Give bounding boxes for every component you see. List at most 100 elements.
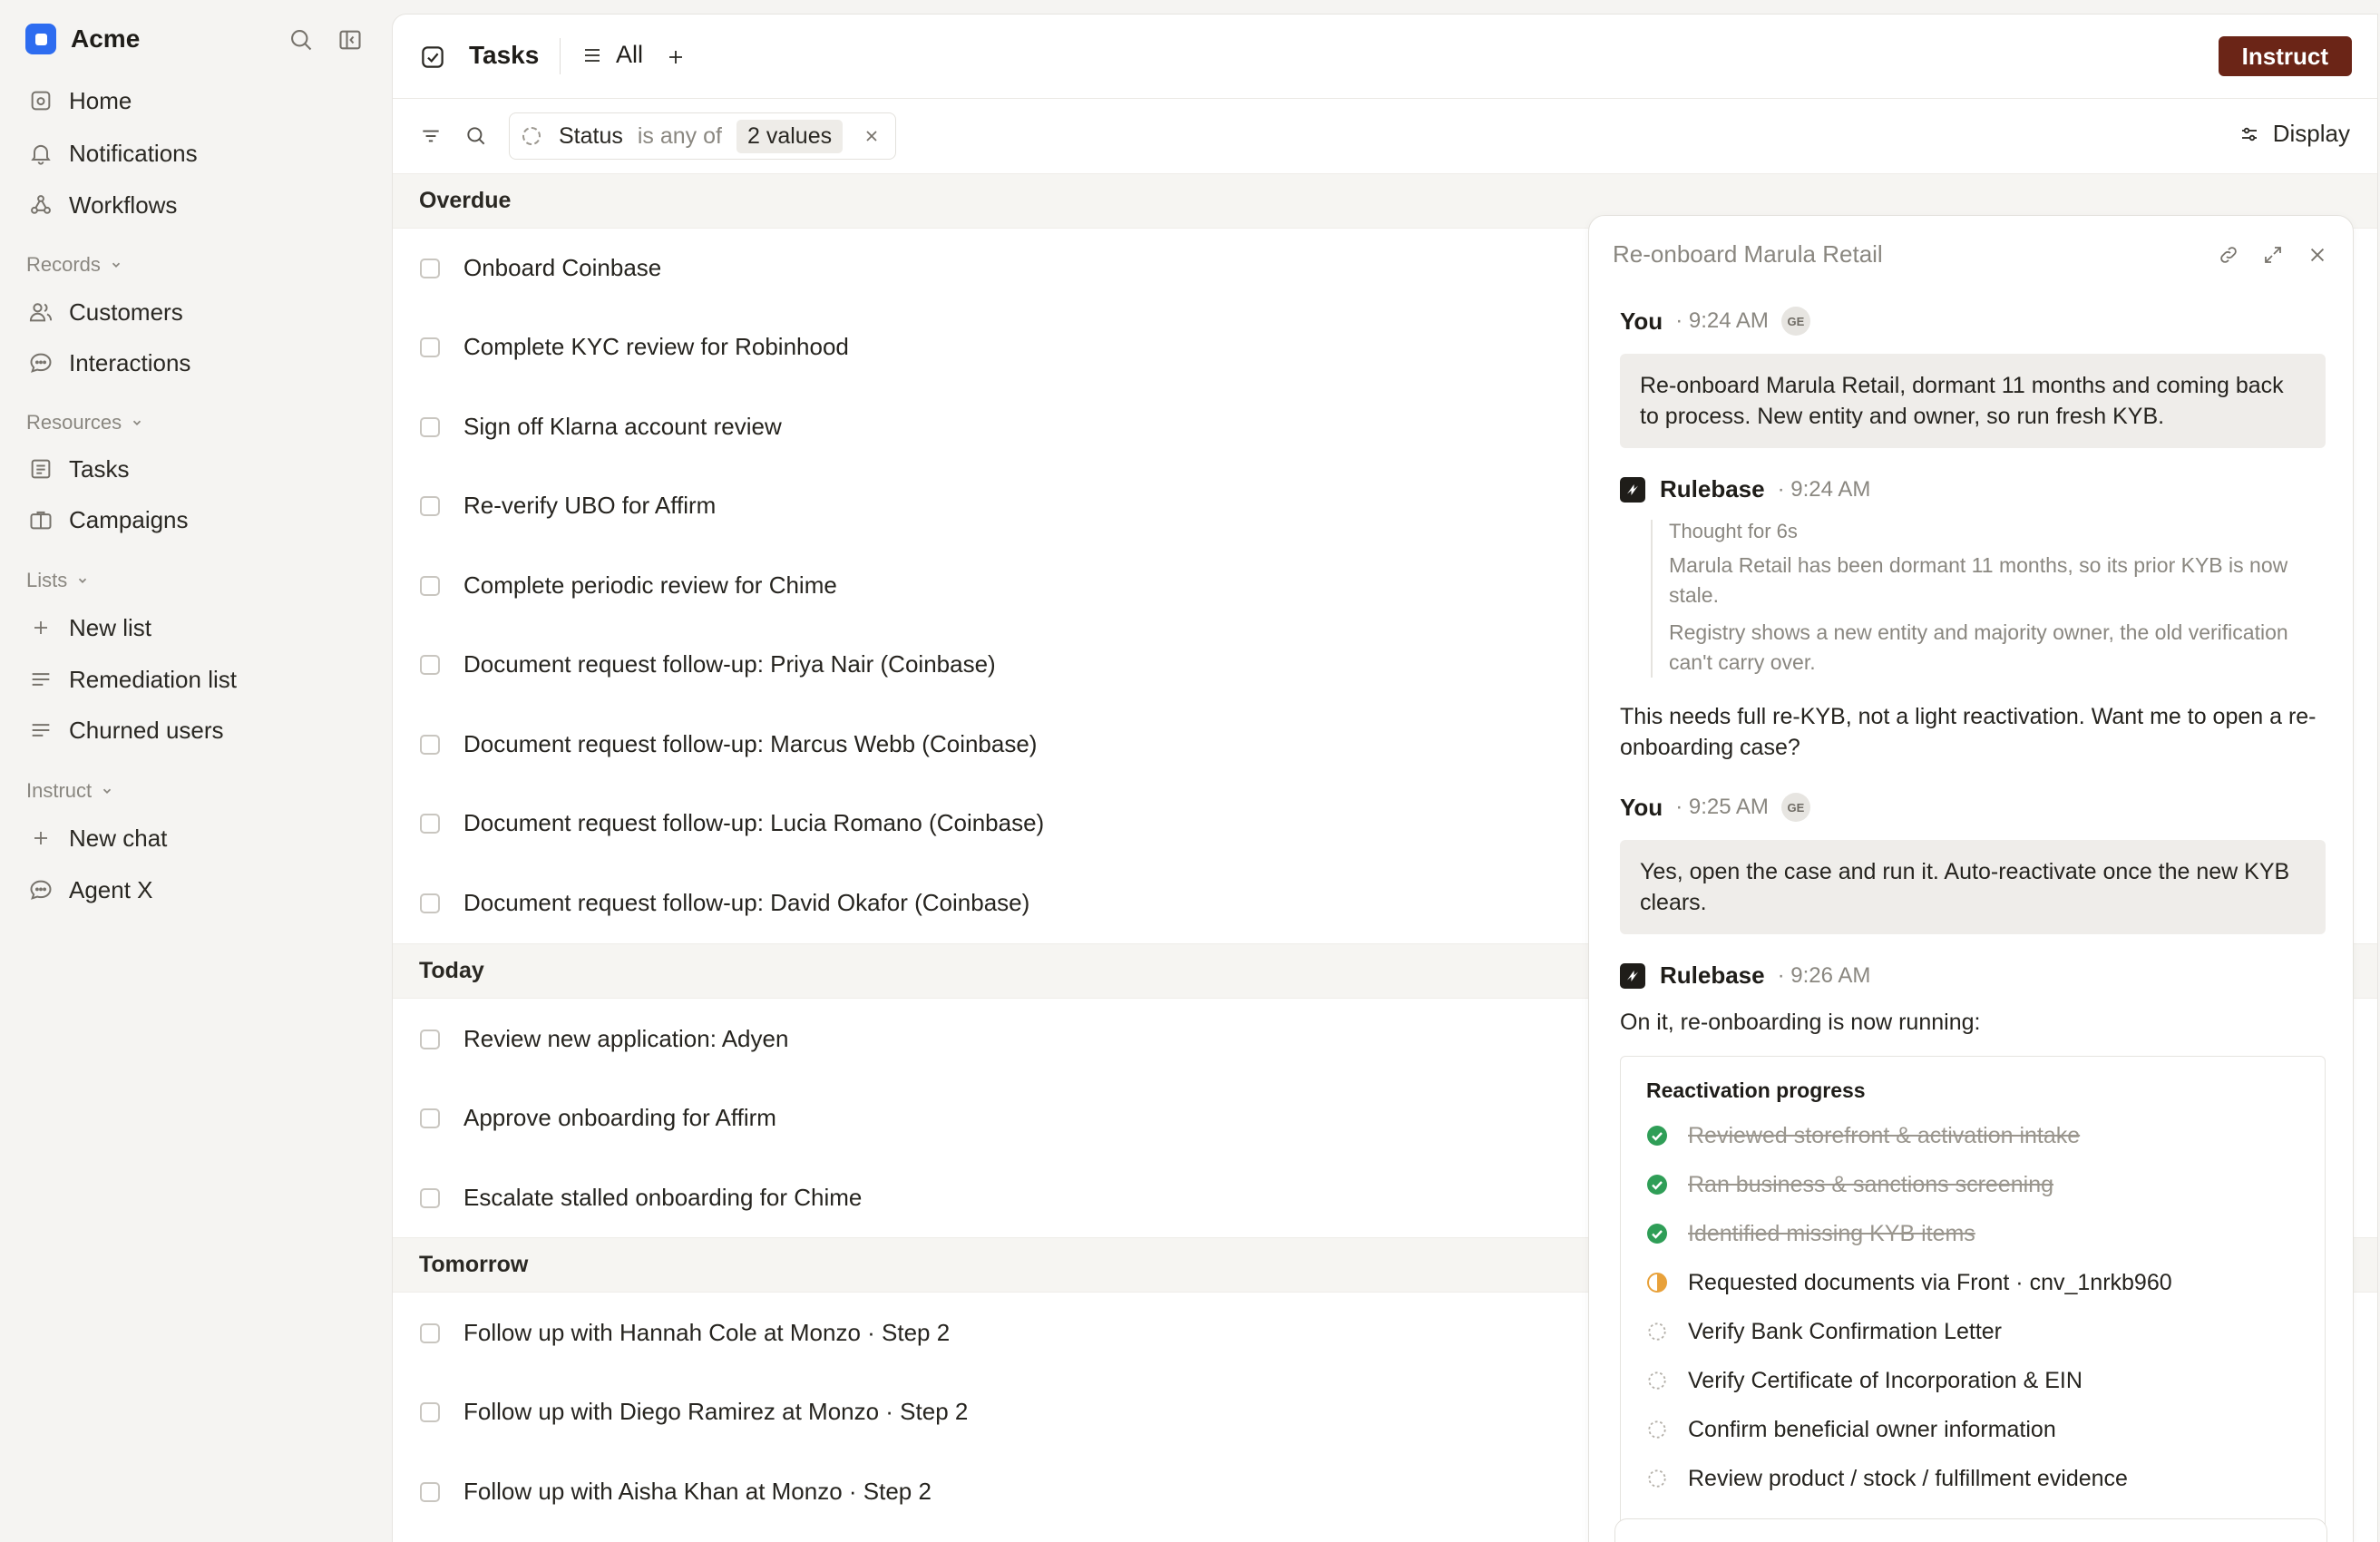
search-icon[interactable] <box>285 24 317 56</box>
instruct-button[interactable]: Instruct <box>2218 36 2352 76</box>
task-checkbox[interactable] <box>420 1322 440 1343</box>
sidebar-item-new-list[interactable]: New list <box>25 610 151 646</box>
task-checkbox[interactable] <box>420 575 440 596</box>
progress-step: Requested documents via Front · cnv_1nrk… <box>1646 1267 2172 1298</box>
sidebar-item-notifications[interactable]: Notifications <box>25 135 198 171</box>
task-checkbox[interactable] <box>420 1481 440 1502</box>
page-title: Tasks <box>469 41 540 69</box>
sidebar-item-interactions[interactable]: Interactions <box>25 345 190 381</box>
timestamp: · 9:25 AM <box>1675 795 1769 819</box>
pending-circle-icon <box>1646 1468 1668 1489</box>
step-label: Confirm beneficial owner information <box>1688 1416 2056 1442</box>
sidebar-item-label: Notifications <box>69 139 198 167</box>
half-circle-progress-icon <box>1646 1272 1668 1293</box>
display-button[interactable]: Display <box>2239 120 2350 148</box>
section-label: Records <box>26 253 101 276</box>
task-checkbox[interactable] <box>420 495 440 516</box>
chevron-down-icon <box>131 416 143 429</box>
task-checkbox[interactable] <box>420 654 440 675</box>
task-checkbox[interactable] <box>420 1029 440 1049</box>
search-icon[interactable] <box>462 122 491 151</box>
sidebar-item-label: Tasks <box>69 454 130 483</box>
sidebar-item-churned-users[interactable]: Churned users <box>25 712 224 748</box>
step-label: Verify Bank Confirmation Letter <box>1688 1318 2002 1344</box>
task-checkbox[interactable] <box>420 813 440 834</box>
task-title: Follow up with Aisha Khan at Monzo · Ste… <box>463 1478 932 1505</box>
section-instruct[interactable]: Instruct <box>26 779 113 803</box>
progress-step: Verify Bank Confirmation Letter <box>1646 1316 2002 1347</box>
section-resources[interactable]: Resources <box>26 411 143 434</box>
view-tab-all[interactable]: All <box>581 41 643 69</box>
close-icon[interactable] <box>2304 241 2331 268</box>
chat-panel: Re-onboard Marula Retail You · 9:24 AM G… <box>1588 215 2354 1542</box>
step-label: Identified missing KYB items <box>1688 1220 1975 1246</box>
step-label: Verify Certificate of Incorporation & EI… <box>1688 1367 2082 1393</box>
sidebar-item-label: New chat <box>69 824 168 852</box>
list-icon <box>25 664 56 695</box>
task-checkbox[interactable] <box>420 416 440 437</box>
tasks-checkbox-icon <box>418 43 447 72</box>
task-checkbox[interactable] <box>420 337 440 357</box>
collapse-sidebar-icon[interactable] <box>334 24 366 56</box>
reactivation-progress-card: Reactivation progress Reviewed storefron… <box>1620 1056 2326 1542</box>
chat-bubble-icon <box>25 347 56 378</box>
users-icon <box>25 297 56 327</box>
sidebar-item-agent-x[interactable]: Agent X <box>25 872 153 908</box>
task-title: Document request follow-up: Marcus Webb … <box>463 730 1038 757</box>
task-title: Document request follow-up: David Okafor… <box>463 889 1030 916</box>
progress-step: Verify Certificate of Incorporation & EI… <box>1646 1365 2082 1396</box>
thought-block[interactable]: Thought for 6s Marula Retail has been do… <box>1651 520 2331 678</box>
progress-title: Reactivation progress <box>1646 1078 1866 1102</box>
progress-step: Identified missing KYB items <box>1646 1218 1975 1249</box>
pending-circle-icon <box>1646 1419 1668 1440</box>
assistant-message: On it, re-onboarding is now running: <box>1620 1010 1981 1035</box>
section-lists[interactable]: Lists <box>26 569 89 592</box>
status-filter-chip[interactable]: Status is any of 2 values <box>509 112 897 160</box>
sidebar-item-home[interactable]: Home <box>25 83 132 119</box>
section-records[interactable]: Records <box>26 253 122 277</box>
task-title: Complete KYC review for Robinhood <box>463 333 849 360</box>
filter-values[interactable]: 2 values <box>736 119 844 153</box>
sidebar-item-label: Home <box>69 86 132 114</box>
task-title: Onboard Coinbase <box>463 254 662 281</box>
chat-composer-input[interactable] <box>1614 1518 2327 1542</box>
timestamp: · 9:24 AM <box>1675 308 1769 333</box>
check-circle-icon <box>1646 1125 1668 1147</box>
avatar: GE <box>1780 307 1810 336</box>
timestamp: · 9:26 AM <box>1777 962 1871 988</box>
top-bar: Tasks All Instruct <box>393 15 2377 99</box>
task-checkbox[interactable] <box>420 734 440 755</box>
sidebar-item-label: Customers <box>69 298 183 326</box>
task-checkbox[interactable] <box>420 258 440 278</box>
add-view-icon[interactable] <box>661 43 690 72</box>
step-label: Requested documents via Front · cnv_1nrk… <box>1688 1269 2172 1295</box>
message-header: You · 9:24 AM GE <box>1620 307 1810 336</box>
task-checkbox[interactable] <box>420 893 440 913</box>
user-message: Yes, open the case and run it. Auto-reac… <box>1620 840 2326 934</box>
author-name: You <box>1620 793 1663 821</box>
sidebar-item-campaigns[interactable]: Campaigns <box>25 502 189 538</box>
sidebar-item-workflows[interactable]: Workflows <box>25 187 177 223</box>
filter-operator[interactable]: is any of <box>638 123 722 150</box>
link-icon[interactable] <box>2215 241 2242 268</box>
close-icon[interactable] <box>864 129 879 143</box>
workspace-switcher[interactable]: Acme <box>25 22 140 56</box>
filter-icon[interactable] <box>416 122 445 151</box>
sidebar-item-label: Churned users <box>69 716 224 744</box>
task-checkbox[interactable] <box>420 1187 440 1208</box>
list-icon <box>25 715 56 746</box>
author-name: Rulebase <box>1660 961 1765 989</box>
sidebar-item-label: Workflows <box>69 190 178 219</box>
section-label: Instruct <box>26 779 93 802</box>
expand-icon[interactable] <box>2259 241 2287 268</box>
task-title: Approve onboarding for Affirm <box>463 1104 776 1131</box>
sidebar-item-remediation-list[interactable]: Remediation list <box>25 661 237 698</box>
sidebar-item-new-chat[interactable]: New chat <box>25 820 167 856</box>
task-checkbox[interactable] <box>420 1401 440 1422</box>
chat-title: Re-onboard Marula Retail <box>1613 240 1883 268</box>
thought-text: Registry shows a new entity and majority… <box>1669 620 2288 674</box>
task-checkbox[interactable] <box>420 1108 440 1128</box>
sidebar-item-tasks[interactable]: Tasks <box>25 451 129 487</box>
assistant-message: This needs full re-KYB, not a light reac… <box>1620 704 2317 760</box>
sidebar-item-customers[interactable]: Customers <box>25 294 183 330</box>
